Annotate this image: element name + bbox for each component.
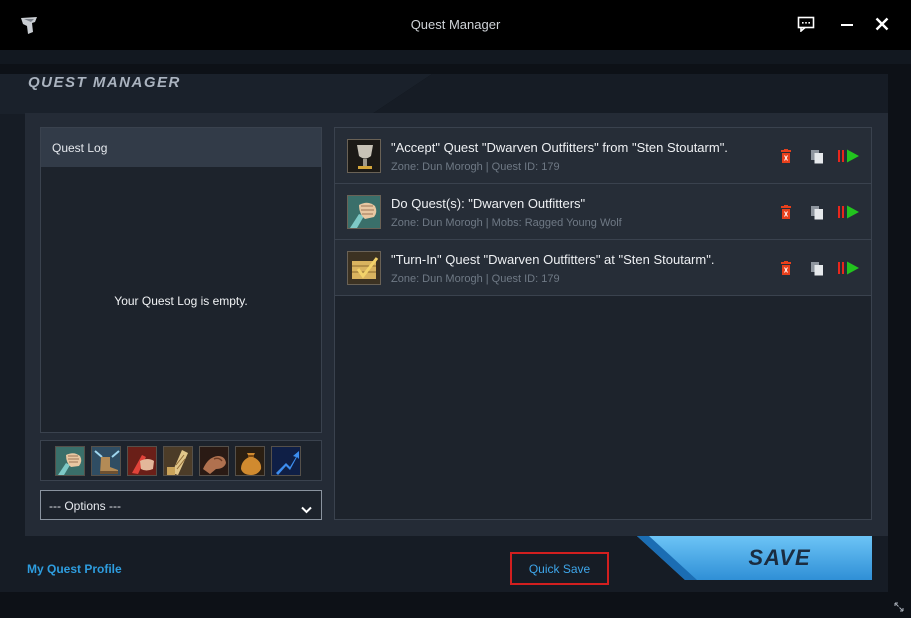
copy-icon[interactable] (808, 203, 826, 221)
my-quest-profile-link[interactable]: My Quest Profile (27, 562, 122, 576)
goblet-icon (347, 139, 381, 173)
pause-play-icon[interactable] (837, 147, 861, 165)
options-selected-value: --- Options --- (49, 499, 121, 513)
scroll-icon[interactable] (163, 446, 193, 476)
quick-save-button[interactable]: Quick Save (510, 552, 609, 585)
pause-play-icon[interactable] (837, 259, 861, 277)
delete-icon[interactable] (777, 147, 795, 165)
delete-icon[interactable] (777, 259, 795, 277)
quest-type-icon-bar (40, 440, 322, 481)
minimize-icon[interactable] (835, 12, 859, 36)
arrow-up-icon[interactable] (271, 446, 301, 476)
title-bar: Quest Manager (0, 0, 911, 50)
hand-icon[interactable] (127, 446, 157, 476)
fist-icon[interactable] (55, 446, 85, 476)
save-button[interactable]: SAVE (637, 536, 872, 580)
quest-step-title: Do Quest(s): "Dwarven Outfitters" (391, 196, 586, 211)
quest-step-title: "Accept" Quest "Dwarven Outfitters" from… (391, 140, 728, 155)
quest-steps-panel: "Accept" Quest "Dwarven Outfitters" from… (334, 127, 872, 520)
quest-step-details: Zone: Dun Morogh | Mobs: Ragged Young Wo… (391, 217, 622, 229)
quest-step-row[interactable]: "Accept" Quest "Dwarven Outfitters" from… (335, 128, 871, 184)
options-dropdown[interactable]: --- Options --- (40, 490, 322, 520)
quest-step-row[interactable]: Do Quest(s): "Dwarven Outfitters" Zone: … (335, 184, 871, 240)
quest-log-panel: Quest Log Your Quest Log is empty. (40, 127, 322, 433)
delete-icon[interactable] (777, 203, 795, 221)
checkmark-scroll-icon (347, 251, 381, 285)
copy-icon[interactable] (808, 259, 826, 277)
quest-step-title: "Turn-In" Quest "Dwarven Outfitters" at … (391, 252, 715, 267)
chat-icon[interactable] (794, 12, 818, 36)
flex-arm-icon[interactable] (199, 446, 229, 476)
chevron-down-icon (301, 501, 312, 519)
window-title: Quest Manager (410, 17, 501, 32)
resize-handle-icon[interactable] (893, 600, 905, 612)
boot-icon[interactable] (91, 446, 121, 476)
copy-icon[interactable] (808, 147, 826, 165)
quest-step-details: Zone: Dun Morogh | Quest ID: 179 (391, 161, 560, 173)
quest-log-empty-message: Your Quest Log is empty. (114, 294, 248, 308)
page-heading: QUEST MANAGER (28, 74, 181, 91)
quest-log-title: Quest Log (41, 128, 321, 167)
quest-step-details: Zone: Dun Morogh | Quest ID: 179 (391, 273, 560, 285)
pause-play-icon[interactable] (837, 203, 861, 221)
save-button-label: SAVE (748, 545, 811, 570)
loot-bag-icon[interactable] (235, 446, 265, 476)
quest-step-row[interactable]: "Turn-In" Quest "Dwarven Outfitters" at … (335, 240, 871, 296)
close-icon[interactable] (870, 12, 894, 36)
fist-icon (347, 195, 381, 229)
